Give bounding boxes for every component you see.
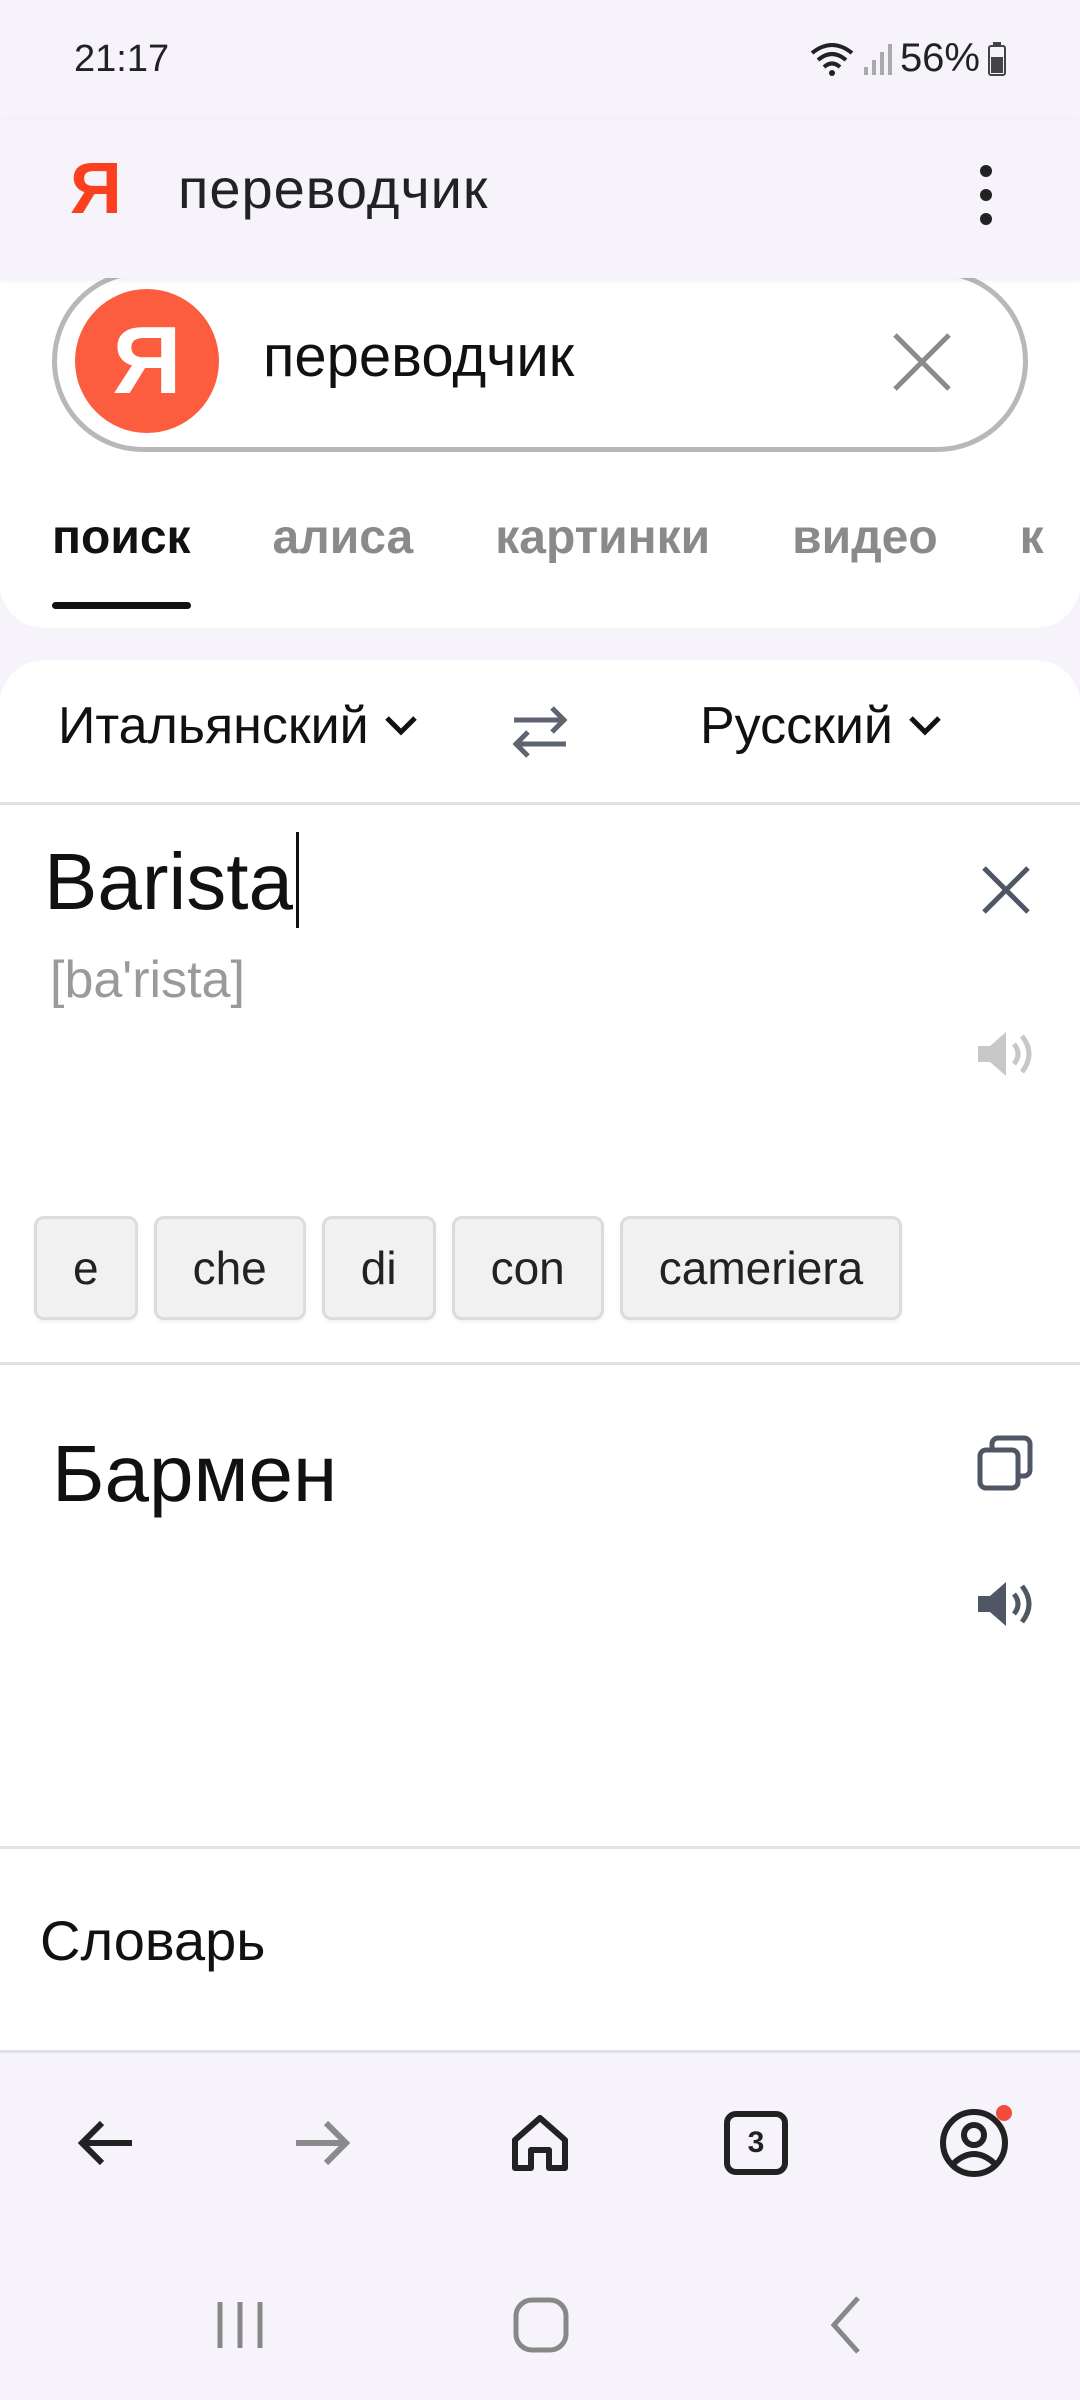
search-box[interactable]: Я	[52, 270, 1028, 452]
wifi-icon	[810, 42, 854, 76]
back-chevron-icon[interactable]	[806, 2290, 886, 2360]
suggestion-chip[interactable]: di	[321, 1216, 436, 1320]
suggestion-chip[interactable]: che	[153, 1216, 306, 1320]
forward-button[interactable]	[282, 2103, 362, 2183]
target-language-label: Русский	[700, 697, 893, 755]
dictionary-section-title[interactable]: Словарь	[40, 1908, 265, 1973]
divider	[0, 1846, 1080, 1849]
status-time: 21:17	[74, 38, 170, 80]
address-bar-query[interactable]: переводчик	[178, 156, 488, 221]
search-card: Я поиск алиса картинки видео к	[0, 270, 1080, 628]
suggestion-chip[interactable]: e	[34, 1216, 138, 1320]
battery-percent: 56%	[899, 36, 980, 80]
battery-icon	[988, 41, 1006, 76]
more-vert-icon[interactable]	[966, 150, 1006, 240]
tabs-button[interactable]: 3	[716, 2103, 796, 2183]
tab-video[interactable]: видео	[792, 510, 938, 565]
source-language-label: Итальянский	[58, 697, 369, 755]
home-circle-icon[interactable]	[502, 2290, 582, 2360]
search-tabs: поиск алиса картинки видео к	[52, 510, 1080, 609]
home-button[interactable]	[500, 2103, 580, 2183]
close-icon[interactable]	[978, 862, 1034, 918]
system-navigation-bar	[0, 2240, 1080, 2400]
status-icons: 56%	[810, 36, 1006, 81]
browser-header: Я переводчик	[0, 120, 1080, 278]
tab-more[interactable]: к	[1020, 510, 1044, 565]
transcription: [ba'rista]	[50, 951, 245, 1009]
forward-arrow-icon	[296, 2120, 351, 2166]
home-icon	[512, 2115, 568, 2171]
suggestion-chip[interactable]: cameriera	[619, 1216, 903, 1320]
signal-icon	[863, 43, 892, 75]
source-language-select[interactable]: Итальянский	[58, 696, 419, 756]
chevron-down-icon	[909, 716, 941, 736]
browser-bottom-bar: 3	[0, 2050, 1080, 2240]
suggestion-chips: e che di con cameriera	[34, 1216, 903, 1320]
copy-icon[interactable]	[976, 1434, 1034, 1492]
divider	[0, 1362, 1080, 1365]
translator-card: Итальянский Русский Barista [ba'rista] e…	[0, 660, 1080, 2050]
search-input[interactable]	[263, 323, 863, 390]
profile-button[interactable]	[934, 2103, 1014, 2183]
suggestion-chip[interactable]: con	[451, 1216, 604, 1320]
close-icon[interactable]	[887, 327, 957, 397]
tab-search[interactable]: поиск	[52, 510, 191, 609]
recents-icon[interactable]	[200, 2290, 280, 2360]
back-arrow-icon	[77, 2120, 132, 2166]
text-cursor	[296, 832, 299, 928]
target-language-select[interactable]: Русский	[700, 696, 943, 756]
language-selector-row: Итальянский Русский	[0, 660, 1080, 805]
chevron-down-icon	[384, 716, 417, 736]
status-bar: 21:17 56%	[0, 0, 1080, 120]
tab-alice[interactable]: алиса	[273, 510, 414, 565]
yandex-logo[interactable]: Я	[70, 148, 122, 230]
translation-result: Бармен	[52, 1429, 338, 1518]
speaker-icon[interactable]	[974, 1026, 1038, 1082]
notification-dot	[996, 2105, 1012, 2121]
tabs-icon: 3	[724, 2111, 788, 2175]
swap-icon[interactable]	[508, 700, 572, 764]
back-button[interactable]	[66, 2103, 146, 2183]
tab-images[interactable]: картинки	[495, 510, 710, 565]
yandex-logo-circle[interactable]: Я	[75, 289, 219, 433]
source-text-input[interactable]: Barista	[44, 836, 293, 928]
speaker-icon[interactable]	[974, 1576, 1038, 1632]
